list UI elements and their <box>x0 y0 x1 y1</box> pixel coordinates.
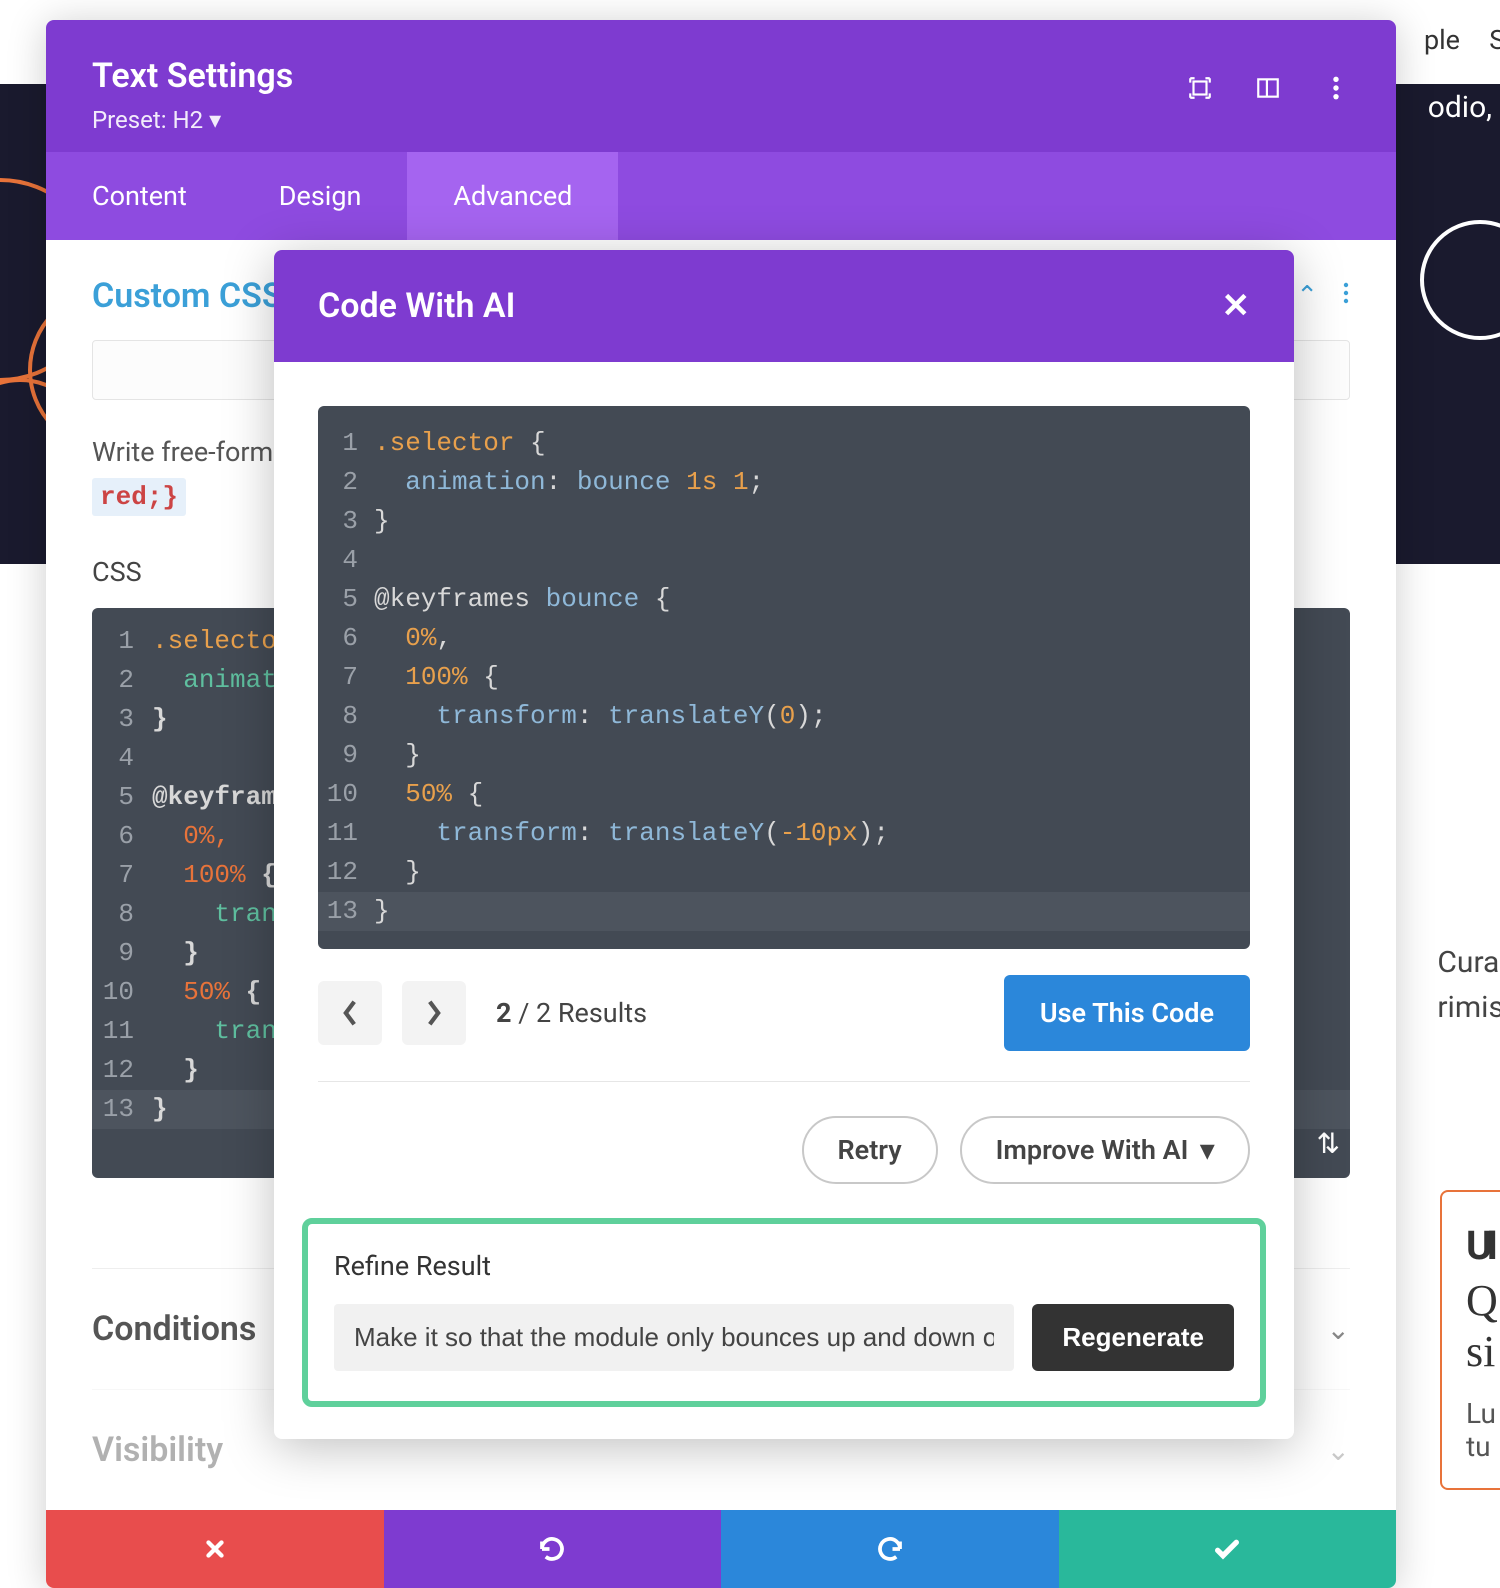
refine-title: Refine Result <box>334 1250 1234 1282</box>
undo-button[interactable] <box>384 1510 722 1588</box>
tab-content[interactable]: Content <box>46 152 233 240</box>
swap-icon[interactable]: ⇅ <box>1317 1126 1340 1168</box>
redo-button[interactable] <box>721 1510 1059 1588</box>
ai-code-preview: 1.selector { 2 animation: bounce 1s 1; 3… <box>318 406 1250 949</box>
section-menu-icon[interactable] <box>1342 281 1350 311</box>
tab-advanced[interactable]: Advanced <box>407 152 618 240</box>
prev-result-button[interactable] <box>318 981 382 1045</box>
confirm-button[interactable] <box>1059 1510 1397 1588</box>
code-l1: .selecto <box>152 626 277 656</box>
preset-dropdown[interactable]: Preset: H2 ▾ <box>92 106 221 134</box>
custom-css-title: Custom CSS <box>92 276 283 316</box>
header-icon-row <box>1186 74 1350 102</box>
improve-with-ai-button[interactable]: Improve With AI ▾ <box>960 1116 1250 1184</box>
bg-text-sa: Sa <box>1489 24 1500 56</box>
improve-label: Improve With AI <box>996 1134 1189 1166</box>
card-heading-q: Q <box>1466 1275 1500 1326</box>
results-counter: 2 / 2 Results <box>496 997 647 1029</box>
visibility-title: Visibility <box>92 1430 223 1470</box>
chevron-down-icon: ⌄ <box>1327 1313 1350 1346</box>
bg-text-ple: ple <box>1424 24 1460 56</box>
bg-text-odio: odio, bla <box>1428 90 1500 125</box>
ai-result-nav: 2 / 2 Results Use This Code <box>318 975 1250 1081</box>
code-l6: 0%, <box>183 821 230 851</box>
panel-action-bar <box>46 1510 1396 1588</box>
retry-button[interactable]: Retry <box>802 1116 938 1184</box>
card-text-lu: Lu <box>1466 1397 1500 1430</box>
expand-icon[interactable] <box>1186 74 1214 102</box>
regenerate-button[interactable]: Regenerate <box>1032 1304 1234 1371</box>
cancel-button[interactable] <box>46 1510 384 1588</box>
ai-l1-sel: .selector <box>374 428 514 458</box>
code-l5: @keyfram <box>152 778 277 817</box>
refine-result-box: Refine Result Regenerate <box>302 1218 1266 1407</box>
feature-card: UI Q si Lu tu <box>1440 1190 1500 1490</box>
code-l12: } <box>183 1055 199 1085</box>
close-icon[interactable]: ✕ <box>1222 286 1251 326</box>
use-this-code-button[interactable]: Use This Code <box>1004 975 1250 1051</box>
collapse-icon[interactable]: ⌃ <box>1296 281 1318 311</box>
code-l11: tran <box>214 1016 276 1046</box>
example-snippet: red;} <box>92 478 186 516</box>
chevron-down-icon: ⌄ <box>1327 1434 1350 1467</box>
code-with-ai-panel: Code With AI ✕ 1.selector { 2 animation:… <box>274 250 1294 1439</box>
ai-title: Code With AI <box>318 286 515 326</box>
flask-icon: UI <box>1466 1222 1500 1269</box>
code-l2: animat <box>183 665 277 695</box>
layout-icon[interactable] <box>1254 74 1282 102</box>
chevron-down-icon: ▾ <box>1200 1134 1214 1166</box>
code-l3: } <box>152 700 168 739</box>
next-result-button[interactable] <box>402 981 466 1045</box>
code-l8: tran <box>214 899 276 929</box>
tab-design[interactable]: Design <box>233 152 408 240</box>
code-l13: } <box>152 1090 168 1129</box>
panel-header: Text Settings Preset: H2 ▾ <box>46 20 1396 152</box>
conditions-title: Conditions <box>92 1309 256 1349</box>
refine-input[interactable] <box>334 1304 1014 1371</box>
card-heading-si: si <box>1466 1326 1500 1377</box>
tabs: Content Design Advanced <box>46 152 1396 240</box>
ai-header: Code With AI ✕ <box>274 250 1294 362</box>
preset-label: Preset: H2 <box>92 106 203 134</box>
ai-secondary-actions: Retry Improve With AI ▾ <box>318 1082 1250 1218</box>
panel-title: Text Settings <box>92 56 1350 96</box>
chevron-down-icon: ▾ <box>209 106 221 134</box>
code-l9: } <box>183 938 199 968</box>
kebab-menu-icon[interactable] <box>1322 74 1350 102</box>
card-text-tu: tu <box>1466 1430 1500 1463</box>
bg-para-right: Curabitur rimis in f <box>1437 940 1500 1030</box>
